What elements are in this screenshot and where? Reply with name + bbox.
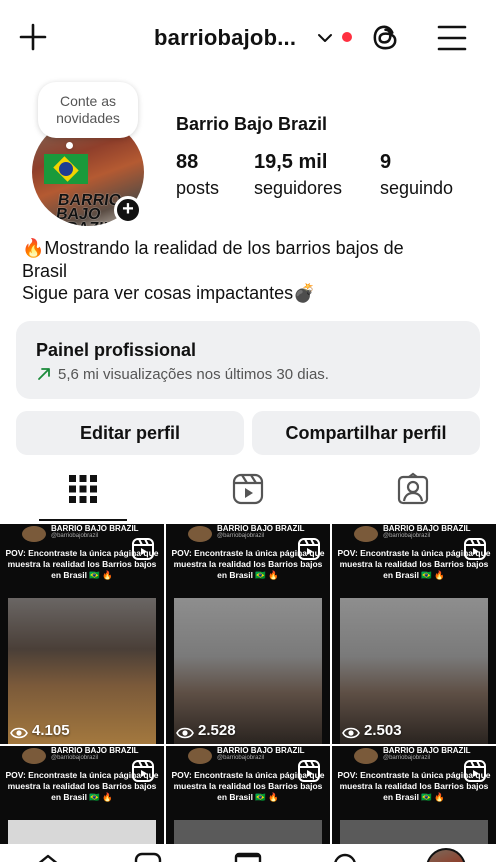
post-thumbnail[interactable]: BARRIO BAJO BRAZIL @barriobajobrazil POV… — [0, 746, 164, 844]
post-author-handle: @barriobajobrazil — [51, 755, 99, 761]
reels-icon[interactable] — [231, 472, 265, 506]
home-icon[interactable] — [34, 852, 62, 862]
post-author-handle: @barriobajobrazil — [383, 755, 431, 761]
post-thumbnail[interactable]: BARRIO BAJO BRAZIL @barriobajobrazil POV… — [0, 524, 164, 744]
stat-followers[interactable]: 19,5 mil seguidores — [254, 150, 342, 200]
views-icon — [342, 727, 360, 739]
post-author-handle: @barriobajobrazil — [51, 533, 99, 539]
post-media — [8, 598, 156, 744]
post-author-avatar — [22, 748, 46, 764]
threads-icon[interactable] — [369, 21, 402, 54]
reel-icon — [464, 538, 486, 560]
trend-up-icon — [38, 368, 50, 380]
views-icon — [10, 727, 28, 739]
post-author-avatar — [188, 526, 212, 542]
post-author-name: BARRIO BAJO BRAZIL — [51, 524, 139, 533]
post-thumbnail[interactable]: BARRIO BAJO BRAZIL @barriobajobrazil POV… — [332, 746, 496, 844]
reel-icon — [132, 760, 154, 782]
post-media — [8, 820, 156, 844]
views-icon — [176, 727, 194, 739]
note-bubble[interactable]: Conte as novidades — [38, 82, 138, 138]
post-author-avatar — [354, 526, 378, 542]
stat-label: seguidores — [254, 178, 343, 198]
stat-label: posts — [176, 178, 220, 198]
post-media — [174, 598, 322, 744]
post-media — [340, 598, 488, 744]
chevron-down-icon[interactable] — [317, 30, 333, 46]
bio-line: 🔥Mostrando la realidad de los barrios ba… — [22, 238, 404, 258]
post-media — [340, 820, 488, 844]
account-username[interactable]: barriobajob... — [154, 25, 296, 51]
post-author-avatar — [188, 748, 212, 764]
active-tab-indicator — [39, 519, 127, 521]
top-bar: barriobajob... — [0, 0, 496, 76]
stat-value: 88 — [176, 151, 199, 173]
note-bubble-tail — [66, 142, 73, 149]
tagged-icon[interactable] — [396, 472, 430, 506]
post-author-handle: @barriobajobrazil — [383, 533, 431, 539]
menu-icon[interactable] — [437, 24, 467, 52]
search-icon[interactable] — [332, 852, 360, 862]
post-author-name: BARRIO BAJO BRAZIL — [217, 524, 305, 533]
views-count: 2.528 — [198, 722, 236, 739]
reels-nav-icon[interactable] — [134, 852, 162, 862]
post-author-handle: @barriobajobrazil — [217, 533, 265, 539]
stat-value: 9 — [380, 151, 392, 173]
reel-icon — [298, 760, 320, 782]
post-author-handle: @barriobajobrazil — [217, 755, 265, 761]
profile-nav-avatar[interactable] — [426, 848, 466, 862]
reel-icon — [464, 760, 486, 782]
bio-line: Sigue para ver cosas impactantes💣 — [22, 283, 316, 303]
reel-icon — [132, 538, 154, 560]
post-author-avatar — [354, 748, 378, 764]
bottom-nav — [0, 844, 496, 862]
profile-bio: 🔥Mostrando la realidad de los barrios ba… — [22, 237, 482, 305]
professional-dashboard[interactable]: Painel profissional 5,6 mi visualizações… — [16, 321, 480, 399]
grid-icon[interactable] — [66, 472, 100, 506]
post-author-name: BARRIO BAJO BRAZIL — [51, 746, 139, 755]
panel-title: Painel profissional — [36, 340, 197, 360]
edit-profile-button[interactable]: Editar perfil — [16, 411, 244, 455]
stat-posts[interactable]: 88 posts — [176, 150, 219, 200]
post-author-name: BARRIO BAJO BRAZIL — [383, 746, 471, 755]
reel-icon — [298, 538, 320, 560]
post-author-name: BARRIO BAJO BRAZIL — [217, 746, 305, 755]
views-count: 2.503 — [364, 722, 402, 739]
post-thumbnail[interactable]: BARRIO BAJO BRAZIL @barriobajobrazil POV… — [166, 524, 330, 744]
plus-icon[interactable] — [18, 22, 48, 52]
post-author-name: BARRIO BAJO BRAZIL — [383, 524, 471, 533]
display-name: Barrio Bajo Brazil — [176, 114, 328, 134]
posts-grid: BARRIO BAJO BRAZIL @barriobajobrazil POV… — [0, 524, 496, 844]
stat-label: seguindo — [380, 178, 454, 198]
views-count: 4.105 — [32, 722, 70, 739]
post-thumbnail[interactable]: BARRIO BAJO BRAZIL @barriobajobrazil POV… — [332, 524, 496, 744]
share-profile-button[interactable]: Compartilhar perfil — [252, 411, 480, 455]
stat-value: 19,5 mil — [254, 151, 328, 173]
bio-line: Brasil — [22, 260, 68, 281]
send-icon[interactable] — [234, 852, 262, 862]
add-story-icon[interactable]: + — [114, 196, 142, 224]
post-author-avatar — [22, 526, 46, 542]
profile-tabs — [0, 462, 496, 522]
brazil-flag-icon — [44, 154, 88, 184]
panel-subtitle: 5,6 mi visualizações nos últimos 30 dias… — [58, 366, 329, 383]
post-thumbnail[interactable]: BARRIO BAJO BRAZIL @barriobajobrazil POV… — [166, 746, 330, 844]
notification-dot — [342, 32, 352, 42]
stat-following[interactable]: 9 seguindo — [380, 150, 453, 200]
post-media — [174, 820, 322, 844]
